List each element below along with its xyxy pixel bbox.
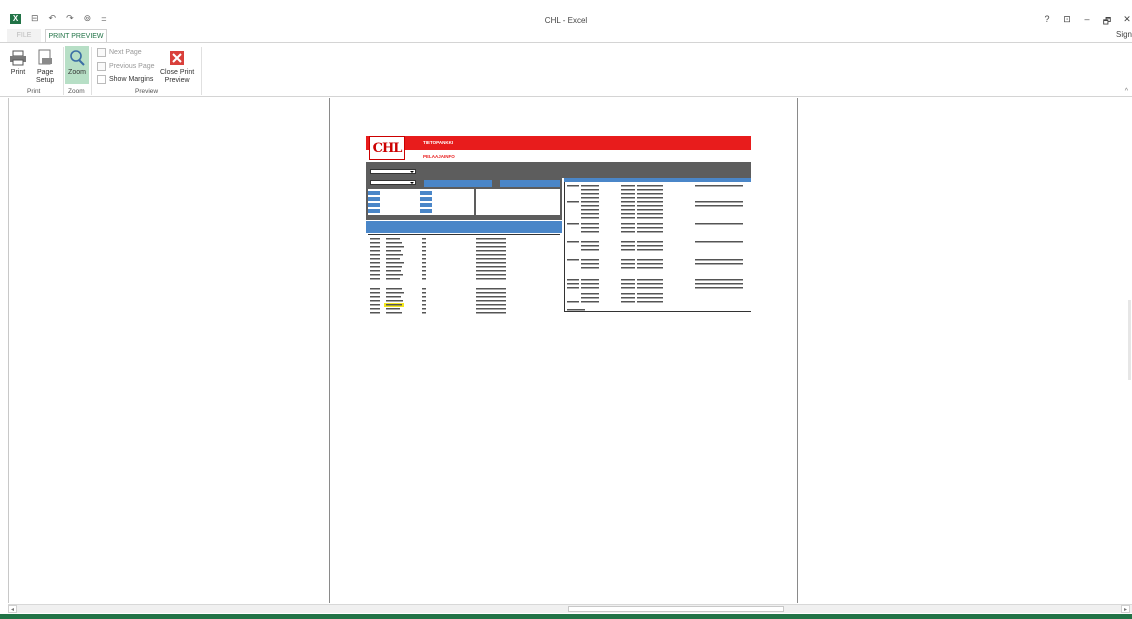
zoom-button[interactable]: Zoom: [65, 46, 89, 84]
print-label: Print: [10, 69, 26, 76]
page-margin-right[interactable]: [797, 98, 798, 603]
ribbon-display-options-icon[interactable]: ⊡: [1062, 14, 1072, 30]
next-page-button[interactable]: Next Page: [97, 48, 142, 57]
season-stats-header: [564, 178, 751, 182]
ribbon: Print Page Setup Print Zoom Zoom Next Pa…: [0, 42, 1132, 97]
window-title: CHL - Excel: [544, 16, 588, 25]
group-separator: [91, 47, 92, 95]
group-separator: [63, 47, 64, 95]
info-label: [368, 197, 380, 201]
show-margins-label: Show Margins: [109, 76, 154, 83]
show-margins-checkbox[interactable]: Show Margins: [97, 75, 153, 84]
previous-page-label: Previous Page: [109, 63, 155, 70]
team-dropdown: [370, 169, 416, 174]
preview-border: [8, 98, 9, 603]
scroll-right-icon[interactable]: ▸: [1121, 605, 1130, 613]
vertical-scrollbar[interactable]: [1128, 300, 1131, 380]
page-setup-label-2: Setup: [36, 77, 55, 84]
checkbox-icon: [97, 75, 106, 84]
group-label-preview: Preview: [135, 88, 159, 95]
ribbon-tabs: FILE PRINT PREVIEW: [0, 29, 1132, 43]
page-setup-icon: [36, 49, 54, 67]
info-label: [420, 191, 432, 195]
info-label: [420, 197, 432, 201]
help-icon[interactable]: ?: [1042, 14, 1052, 30]
report-subtitle: PELAAJAINFO: [423, 154, 455, 159]
title-bar: X ⊟ ↶ ↷ ⊚ = CHL - Excel ? ⊡ – 🗗 ✕: [0, 0, 1132, 30]
next-page-label: Next Page: [109, 49, 142, 56]
player-info-block: [368, 189, 474, 215]
chl-logo: CHL: [369, 136, 405, 160]
report-button-1: [424, 180, 492, 187]
stats-header: [366, 221, 562, 233]
info-label: [420, 209, 432, 213]
scroll-left-icon[interactable]: ◂: [8, 605, 17, 613]
player-notes-block: [476, 189, 560, 215]
scrollbar-thumb[interactable]: [568, 606, 784, 612]
collapse-ribbon-icon[interactable]: ^: [1125, 88, 1128, 95]
group-separator: [201, 47, 202, 95]
page-margin-left[interactable]: [329, 98, 330, 603]
info-label: [368, 209, 380, 213]
page-setup-button[interactable]: Page Setup: [36, 49, 54, 85]
info-label: [368, 191, 380, 195]
close-icon[interactable]: ✕: [1122, 14, 1132, 30]
minimize-icon[interactable]: –: [1082, 14, 1092, 30]
close-preview-label-2: Preview: [164, 77, 190, 84]
window-controls: ? ⊡ – 🗗 ✕: [1042, 14, 1132, 30]
print-button[interactable]: Print: [9, 49, 27, 77]
report-button-2: [500, 180, 560, 187]
group-label-zoom: Zoom: [68, 88, 85, 95]
next-page-icon: [97, 48, 106, 57]
printer-icon: [9, 49, 27, 67]
close-preview-label-1: Close Print: [160, 69, 195, 76]
player-dropdown: [370, 180, 416, 185]
page-setup-label-1: Page: [36, 69, 54, 76]
horizontal-scrollbar[interactable]: ◂ ▸: [8, 604, 1132, 613]
tab-print-preview[interactable]: PRINT PREVIEW: [45, 29, 107, 43]
status-bar: [0, 614, 1132, 619]
season-stats-rows: [565, 185, 751, 312]
tab-file[interactable]: FILE: [7, 29, 41, 43]
previous-page-icon: [97, 62, 106, 71]
info-label: [368, 203, 380, 207]
info-label: [420, 203, 432, 207]
filter-bar: [366, 162, 751, 178]
player-stats-table: [368, 234, 560, 314]
excel-window: X ⊟ ↶ ↷ ⊚ = CHL - Excel ? ⊡ – 🗗 ✕ Sign F…: [0, 0, 1132, 619]
previous-page-button[interactable]: Previous Page: [97, 62, 155, 71]
report-title: TIETOPANKKI: [423, 140, 454, 145]
close-print-preview-button[interactable]: Close Print Preview: [160, 49, 194, 85]
restore-icon[interactable]: 🗗: [1102, 14, 1112, 30]
close-preview-icon: [170, 51, 185, 65]
group-label-print: Print: [27, 88, 41, 95]
zoom-label: Zoom: [68, 69, 86, 76]
magnifier-icon: [68, 49, 86, 67]
